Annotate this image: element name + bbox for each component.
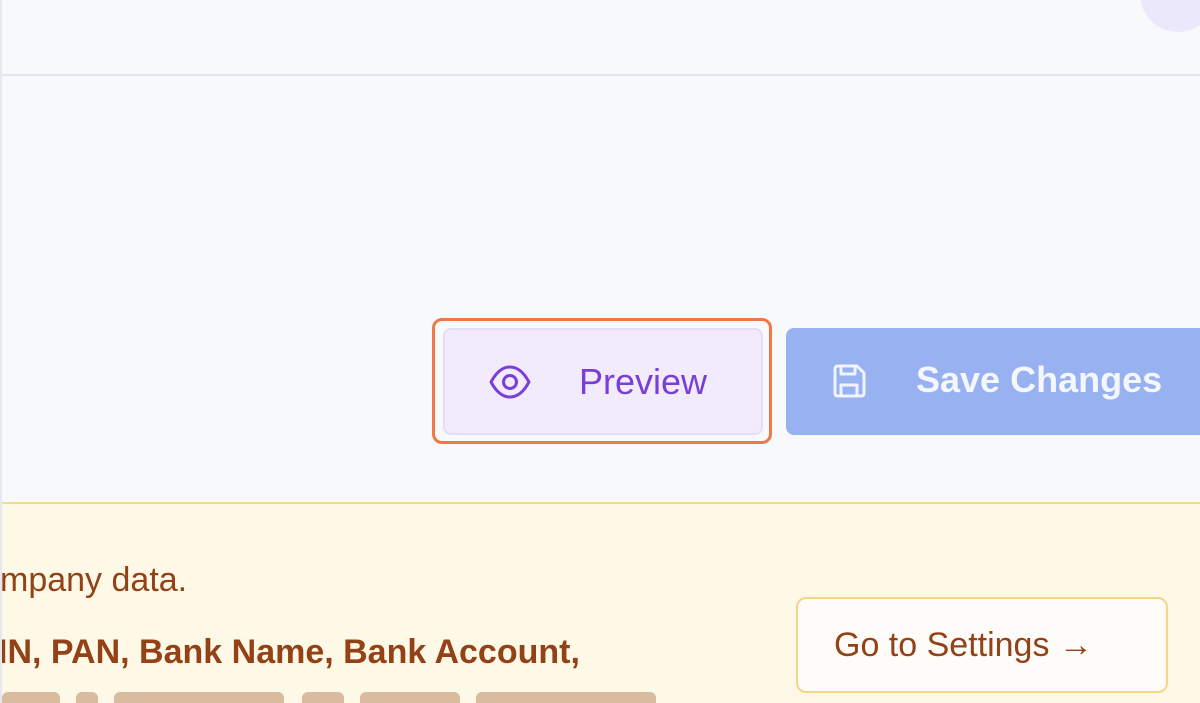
preview-button[interactable]: Preview [443, 328, 763, 435]
app-frame: ˆ Preview Save Changes mpany data. IN, P… [0, 0, 1200, 703]
floppy-disk-icon [830, 362, 868, 400]
save-changes-button[interactable]: Save Changes [786, 328, 1200, 435]
top-header: ˆ [2, 0, 1200, 76]
warning-text-line-2: IN, PAN, Bank Name, Bank Account, [0, 633, 580, 671]
avatar[interactable] [1140, 0, 1200, 32]
eye-icon [489, 364, 531, 400]
header-fragment: ˆ [1048, 0, 1056, 6]
warning-text-line-3-clipped [2, 692, 672, 703]
save-changes-button-label: Save Changes [916, 359, 1163, 400]
warning-text-line-1: mpany data. [0, 561, 188, 599]
preview-button-label: Preview [579, 361, 708, 402]
go-to-settings-button[interactable]: Go to Settings → [796, 597, 1168, 693]
go-to-settings-label: Go to Settings → [834, 626, 1093, 664]
